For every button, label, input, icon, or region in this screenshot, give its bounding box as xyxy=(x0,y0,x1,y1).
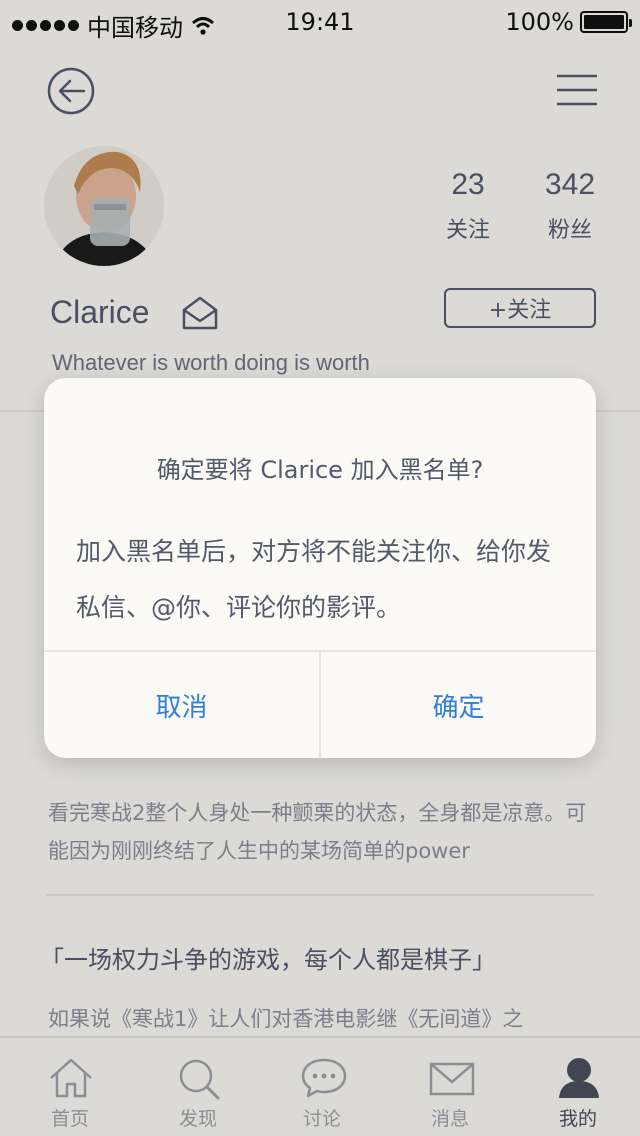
blacklist-dialog: 确定要将 Clarice 加入黑名单? 加入黑名单后，对方将不能关注你、给你发私… xyxy=(44,378,596,758)
dialog-message: 加入黑名单后，对方将不能关注你、给你发私信、@你、评论你的影评。 xyxy=(76,537,552,622)
cancel-button[interactable]: 取消 xyxy=(44,652,319,758)
confirm-button[interactable]: 确定 xyxy=(321,652,596,758)
dialog-title: 确定要将 Clarice 加入黑名单? xyxy=(156,456,484,484)
